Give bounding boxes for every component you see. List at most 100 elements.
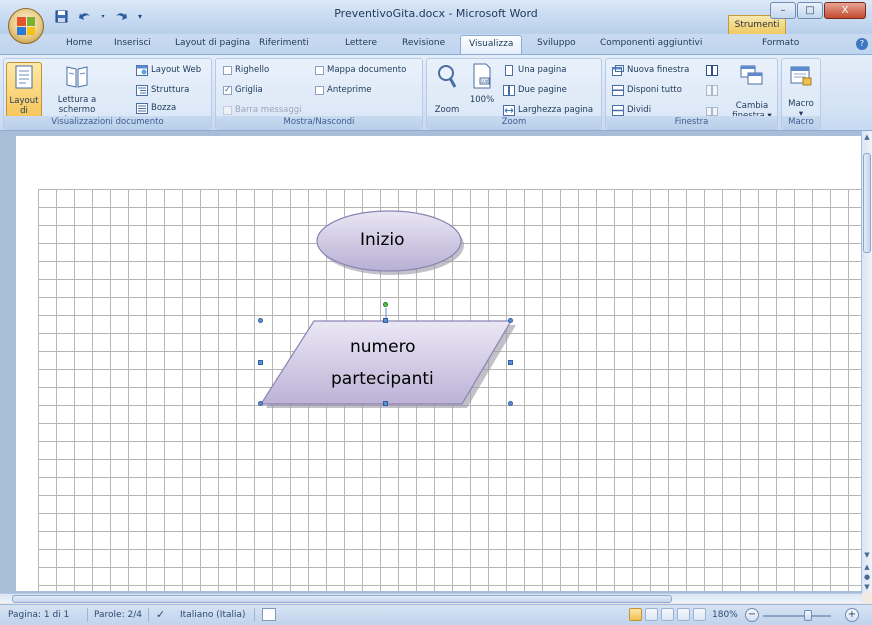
nuova-finestra-label: Nuova finestra [627, 65, 690, 75]
tab-riferimenti[interactable]: Riferimenti [259, 38, 309, 48]
reset-window-icon [706, 106, 718, 116]
scroll-up-icon[interactable]: ▲ [862, 133, 872, 141]
minimize-button[interactable]: – [770, 2, 796, 19]
barra-messaggi-checkbox: Barra messaggi [223, 103, 302, 117]
vertical-scroll-thumb[interactable] [863, 153, 871, 253]
zoom-slider[interactable] [763, 615, 831, 617]
tab-componenti-aggiuntivi[interactable]: Componenti aggiuntivi [600, 38, 702, 48]
resize-handle-top-right[interactable] [508, 318, 513, 323]
rotation-handle[interactable] [383, 302, 388, 307]
zoom-button[interactable]: Zoom [429, 62, 465, 115]
vertical-scrollbar[interactable]: ▲ ▼ ▲ ● ▼ [862, 131, 872, 593]
browse-object-icon[interactable]: ● [862, 573, 872, 581]
layout-web-label: Layout Web [151, 65, 202, 75]
una-pagina-label: Una pagina [518, 65, 567, 75]
full-screen-reading-view-icon[interactable] [645, 608, 658, 621]
resize-handle-top-left[interactable] [258, 318, 263, 323]
previous-page-icon[interactable]: ▲ [862, 563, 872, 571]
tab-visualizza[interactable]: Visualizza [460, 35, 523, 54]
barra-messaggi-check [223, 105, 232, 115]
draft-view-icon[interactable] [693, 608, 706, 621]
anteprime-checkbox[interactable]: Anteprime [315, 83, 372, 97]
maximize-button[interactable]: □ [797, 2, 823, 19]
help-icon[interactable]: ? [856, 38, 868, 50]
resize-handle-top[interactable] [383, 318, 388, 323]
zoom-level[interactable]: 180% [712, 610, 738, 620]
righello-check [223, 65, 232, 75]
title-bar: ▾ ▾ PreventivoGita.docx - Microsoft Word… [0, 0, 872, 44]
dividi-label: Dividi [627, 105, 652, 115]
status-page[interactable]: Pagina: 1 di 1 [8, 610, 69, 620]
mappa-documento-check [315, 65, 324, 75]
scroll-down-icon[interactable]: ▼ [862, 551, 872, 559]
disponi-tutto-button[interactable]: Disponi tutto [612, 83, 682, 97]
larghezza-pagina-label: Larghezza pagina [518, 105, 594, 115]
group-finestra: Nuova finestra Disponi tutto Dividi Camb… [605, 58, 778, 130]
nuova-finestra-button[interactable]: Nuova finestra [612, 63, 689, 77]
resize-handle-right[interactable] [508, 360, 513, 365]
web-layout-view-icon[interactable] [661, 608, 674, 621]
zoom-in-icon[interactable]: + [845, 608, 859, 622]
macro-record-icon[interactable] [262, 608, 276, 621]
tab-layout-di-pagina[interactable]: Layout di pagina [175, 38, 250, 48]
horizontal-scrollbar[interactable] [0, 593, 862, 603]
close-icon: X [841, 5, 849, 16]
full-screen-reading-icon [66, 66, 88, 88]
struttura-button[interactable]: Struttura [136, 83, 189, 97]
status-words[interactable]: Parole: 2/4 [94, 610, 142, 620]
status-separator [254, 608, 255, 622]
side-by-side-button[interactable] [706, 63, 718, 77]
close-button[interactable]: X [824, 2, 866, 19]
barra-messaggi-label: Barra messaggi [235, 105, 302, 115]
mappa-documento-checkbox[interactable]: Mappa documento [315, 63, 406, 77]
zoom-out-icon[interactable]: − [745, 608, 759, 622]
flowchart-canvas [259, 210, 516, 408]
resize-handle-bottom-left[interactable] [258, 401, 263, 406]
layout-web-button[interactable]: Layout Web [136, 63, 201, 77]
office-button[interactable] [8, 8, 44, 44]
horizontal-scroll-thumb[interactable] [12, 595, 672, 603]
griglia-checkbox[interactable]: ✓ Griglia [223, 83, 263, 97]
cambia-finestra-button[interactable]: Cambia finestra ▾ [729, 62, 775, 121]
one-page-icon [505, 64, 513, 76]
una-pagina-button[interactable]: Una pagina [503, 63, 566, 77]
svg-text:100: 100 [481, 79, 489, 84]
tab-formato[interactable]: Formato [762, 38, 799, 48]
tab-inserisci[interactable]: Inserisci [114, 38, 151, 48]
group-mostra-nascondi: Righello ✓ Griglia Barra messaggi Mappa … [215, 58, 423, 130]
office-logo-icon [17, 17, 35, 35]
page-width-icon [503, 104, 515, 116]
tab-sviluppo[interactable]: Sviluppo [537, 38, 576, 48]
maximize-icon: □ [805, 5, 815, 16]
cambia-finestra-label-1: Cambia [735, 101, 769, 111]
magnifier-icon [438, 65, 457, 88]
input-parallelogram[interactable] [259, 308, 516, 408]
zoom-slider-thumb[interactable] [804, 610, 812, 621]
status-language[interactable]: Italiano (Italia) [180, 610, 246, 620]
bozza-button[interactable]: Bozza [136, 101, 176, 115]
resize-handle-bottom[interactable] [383, 401, 388, 406]
ribbon-tabs: Home Inserisci Layout di pagina Riferime… [0, 34, 872, 54]
proofing-icon[interactable]: ✓ [156, 608, 165, 621]
dividi-button[interactable]: Dividi [612, 103, 651, 117]
zoom-100-button[interactable]: 100 100% [467, 62, 497, 105]
outline-view-icon[interactable] [677, 608, 690, 621]
layout-stampa-button[interactable]: Layout di stampa [6, 62, 42, 126]
macro-button[interactable]: Macro ▾ [784, 62, 818, 119]
griglia-check: ✓ [223, 85, 232, 95]
due-pagine-button[interactable]: Due pagine [503, 83, 567, 97]
resize-handle-left[interactable] [258, 360, 263, 365]
tab-home[interactable]: Home [66, 38, 93, 48]
larghezza-pagina-button[interactable]: Larghezza pagina [503, 103, 593, 117]
tab-lettere[interactable]: Lettere [345, 38, 377, 48]
document-area: Inizio numero partecipanti [0, 131, 862, 593]
synchronous-scrolling-button [706, 83, 718, 97]
tab-revisione[interactable]: Revisione [402, 38, 445, 48]
disponi-tutto-label: Disponi tutto [627, 85, 682, 95]
due-pagine-label: Due pagine [518, 85, 567, 95]
print-layout-view-icon[interactable] [629, 608, 642, 621]
righello-checkbox[interactable]: Righello [223, 63, 269, 77]
group-macro: Macro ▾ Macro [781, 58, 821, 130]
next-page-icon[interactable]: ▼ [862, 583, 872, 591]
resize-handle-bottom-right[interactable] [508, 401, 513, 406]
